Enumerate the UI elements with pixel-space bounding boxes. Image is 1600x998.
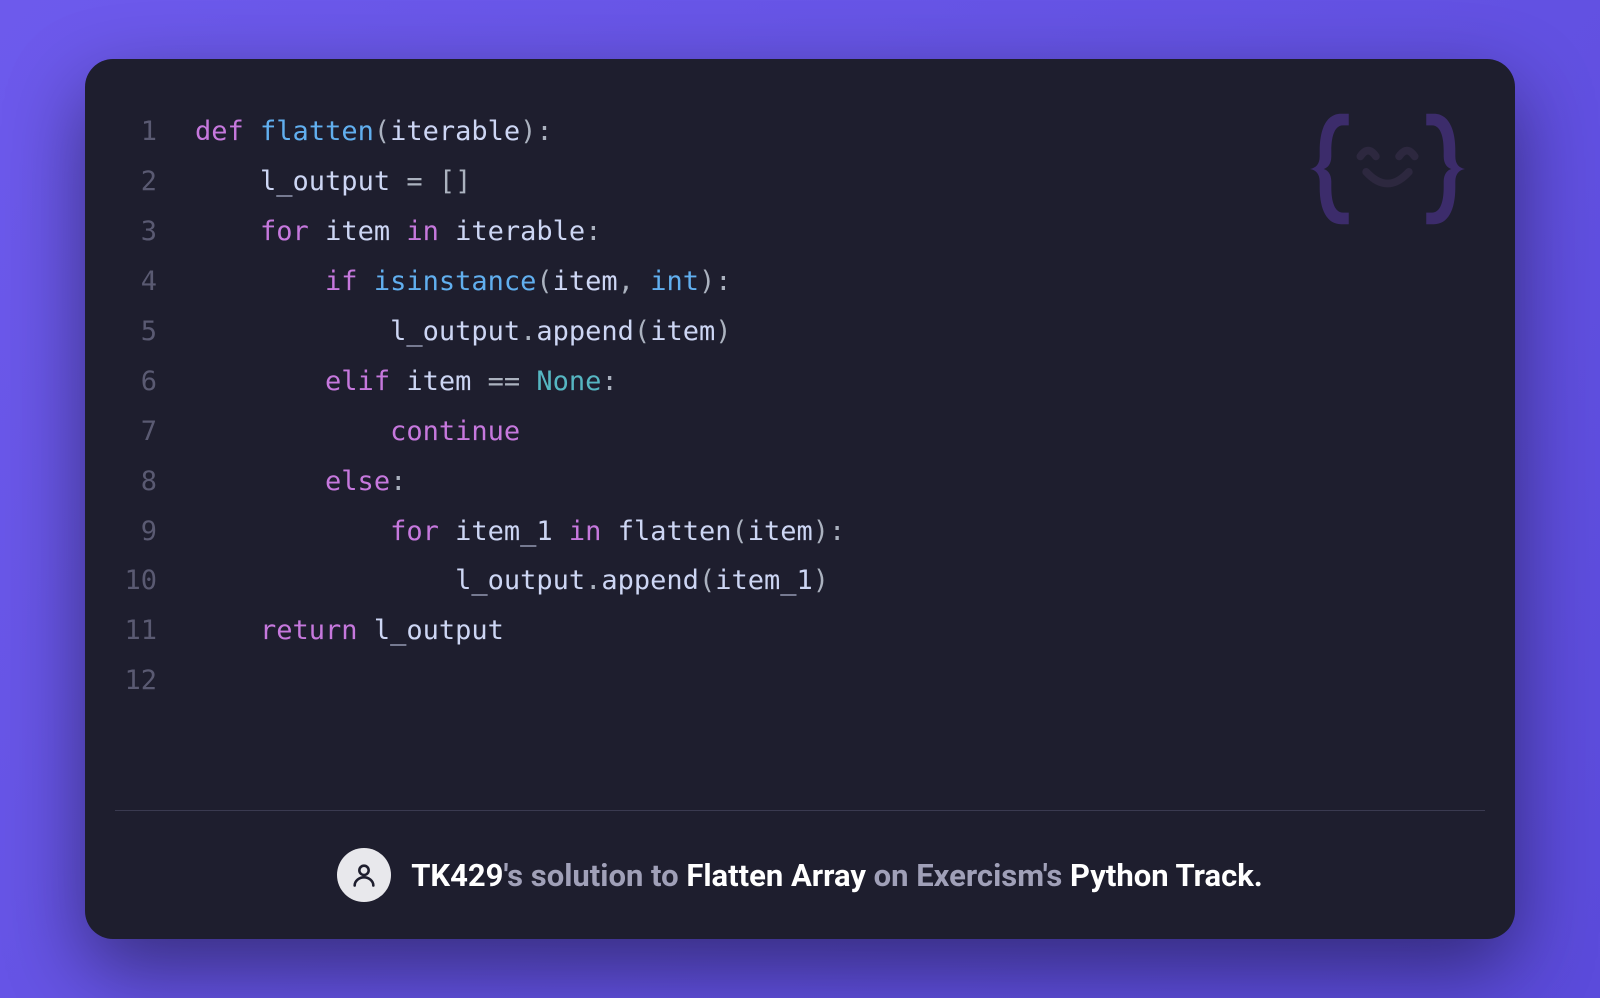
code-line: 10 l_output.append(item_1) [105, 556, 1475, 606]
code-line: 4 if isinstance(item, int): [105, 257, 1475, 307]
line-content: for item in iterable: [195, 207, 601, 257]
code-line: 5 l_output.append(item) [105, 307, 1475, 357]
line-number: 10 [105, 556, 195, 606]
line-content: elif item == None: [195, 357, 618, 407]
line-number: 6 [105, 357, 195, 407]
line-content: l_output.append(item_1) [195, 556, 829, 606]
code-line: 7 continue [105, 407, 1475, 457]
line-number: 8 [105, 457, 195, 507]
code-line: 3 for item in iterable: [105, 207, 1475, 257]
code-line: 12 [105, 656, 1475, 706]
code-line: 9 for item_1 in flatten(item): [105, 507, 1475, 557]
line-content: l_output.append(item) [195, 307, 732, 357]
line-number: 1 [105, 107, 195, 157]
caption-track: Python Track. [1070, 857, 1263, 894]
user-avatar-icon [337, 848, 391, 902]
code-line: 2 l_output = [] [105, 157, 1475, 207]
line-content: return l_output [195, 606, 504, 656]
exercism-logo-icon [1310, 104, 1465, 238]
line-content: continue [195, 407, 520, 457]
code-block: 1def flatten(iterable):2 l_output = []3 … [105, 107, 1475, 706]
line-number: 7 [105, 407, 195, 457]
line-content: for item_1 in flatten(item): [195, 507, 845, 557]
line-number: 2 [105, 157, 195, 207]
line-content: if isinstance(item, int): [195, 257, 732, 307]
code-line: 6 elif item == None: [105, 357, 1475, 407]
footer: TK429's solution to Flatten Array on Exe… [85, 811, 1515, 939]
line-content: def flatten(iterable): [195, 107, 553, 157]
code-line: 1def flatten(iterable): [105, 107, 1475, 157]
caption-on: on Exercism's [866, 857, 1070, 894]
code-line: 8 else: [105, 457, 1475, 507]
caption-solution-to: solution to [531, 857, 687, 894]
caption-exercise: Flatten Array [686, 857, 866, 894]
code-card: 1def flatten(iterable):2 l_output = []3 … [85, 59, 1515, 939]
caption: TK429's solution to Flatten Array on Exe… [411, 857, 1263, 894]
line-number: 3 [105, 207, 195, 257]
line-number: 9 [105, 507, 195, 557]
line-number: 4 [105, 257, 195, 307]
line-content: l_output = [] [195, 157, 471, 207]
code-line: 11 return l_output [105, 606, 1475, 656]
caption-possessive: 's [503, 857, 530, 894]
line-number: 12 [105, 656, 195, 706]
code-area: 1def flatten(iterable):2 l_output = []3 … [85, 59, 1515, 810]
line-number: 11 [105, 606, 195, 656]
caption-user: TK429 [411, 857, 503, 894]
line-number: 5 [105, 307, 195, 357]
line-content: else: [195, 457, 406, 507]
